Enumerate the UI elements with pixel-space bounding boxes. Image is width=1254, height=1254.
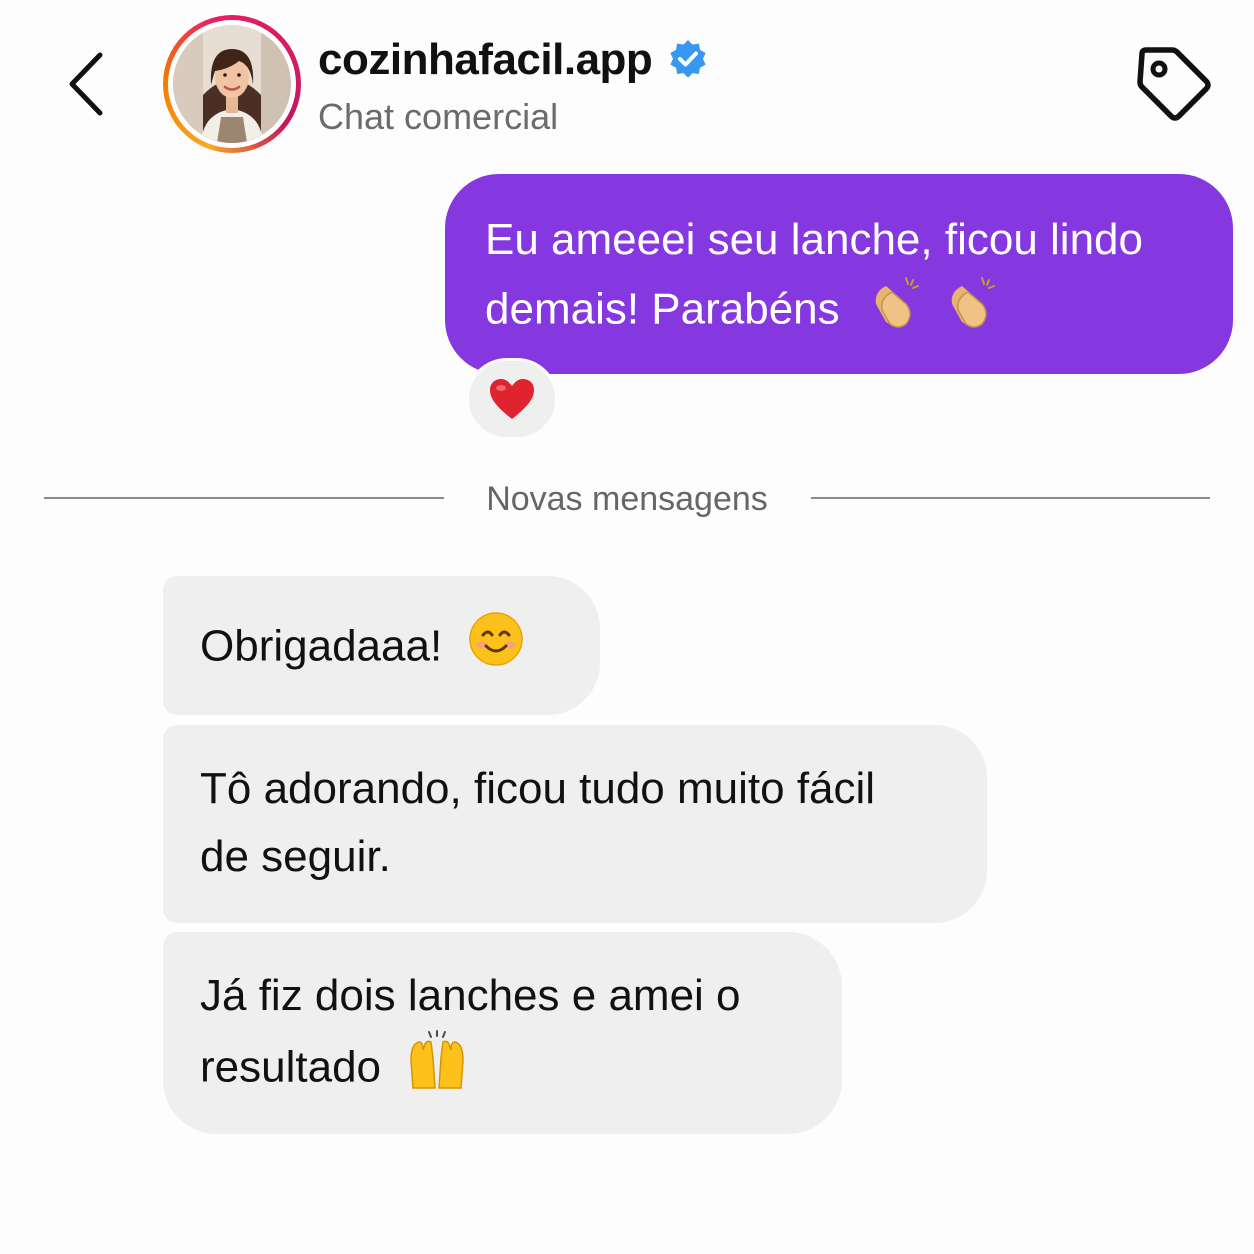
clapping-hands-emoji-icon — [942, 274, 998, 350]
divider-line-right — [811, 497, 1210, 499]
incoming-message-bubble[interactable]: Já fiz dois lanches e amei o resultado — [163, 932, 842, 1134]
back-chevron-icon — [69, 52, 103, 116]
verified-badge-icon — [670, 40, 706, 78]
profile-photo — [173, 25, 291, 143]
message-text-line: de seguir. — [200, 832, 391, 881]
tag-button[interactable] — [1132, 42, 1216, 126]
message-text-line: Obrigadaaa! — [200, 621, 443, 671]
message-text-line: demais! Parabéns — [485, 284, 840, 334]
smiling-face-emoji-icon — [468, 611, 524, 687]
account-name: cozinhafacil.app — [318, 35, 653, 84]
tag-icon — [1137, 47, 1211, 121]
message-text-line: resultado — [200, 1042, 382, 1092]
message-text-line: Eu ameeei seu lanche, ficou lindo — [485, 215, 1143, 264]
raising-hands-emoji-icon — [407, 1030, 467, 1110]
red-heart-emoji-icon — [490, 379, 534, 419]
divider-line-left — [44, 497, 444, 499]
account-subtitle: Chat comercial — [318, 96, 559, 137]
chat-screen: cozinhafacil.app Chat comercial Eu ameee… — [0, 0, 1254, 1254]
reaction-badge[interactable] — [466, 358, 558, 440]
message-text-line: Já fiz dois lanches e amei o — [200, 971, 741, 1020]
new-messages-divider-label: Novas mensagens — [486, 480, 768, 518]
outgoing-message-bubble[interactable]: Eu ameeei seu lanche, ficou lindo demais… — [445, 174, 1233, 374]
header-title-row[interactable]: cozinhafacil.app — [318, 28, 710, 92]
avatar[interactable] — [163, 15, 301, 153]
incoming-message-bubble[interactable]: Obrigadaaa! — [163, 576, 600, 715]
message-text-line: Tô adorando, ficou tudo muito fácil — [200, 764, 876, 813]
incoming-message-bubble[interactable]: Tô adorando, ficou tudo muito fácil de s… — [163, 725, 987, 923]
back-button[interactable] — [58, 48, 114, 120]
clapping-hands-emoji-icon — [866, 274, 922, 350]
